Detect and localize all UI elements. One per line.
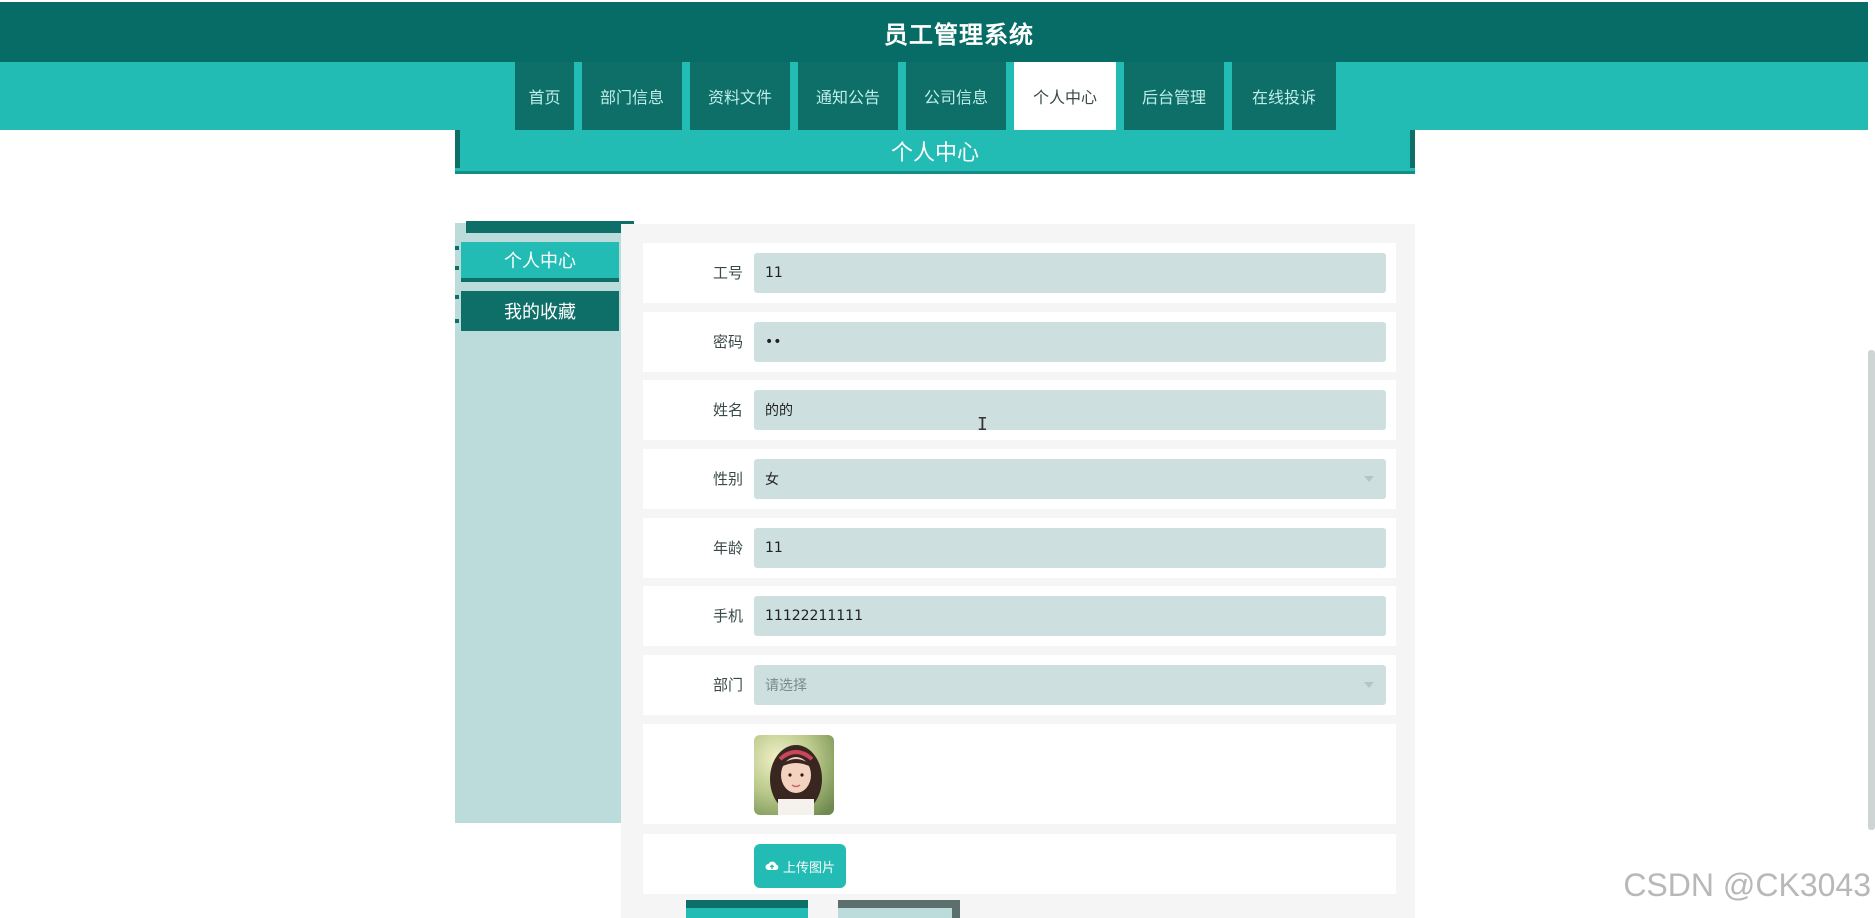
field-label: 部门 [712, 676, 743, 694]
chevron-down-icon [1364, 682, 1374, 688]
sidebar-item-personal-center[interactable]: 个人中心 [455, 242, 619, 282]
name-input[interactable]: 的的 [754, 390, 1386, 430]
form-row-name: 姓名 的的 [643, 380, 1396, 440]
field-label: 密码 [712, 333, 743, 351]
page-title: 个人中心 [890, 140, 979, 166]
form-row-password: 密码 •• [643, 312, 1396, 372]
password-input[interactable]: •• [754, 322, 1386, 362]
nav-item-announcements[interactable]: 通知公告 [798, 62, 898, 130]
department-select[interactable]: 请选择 [754, 665, 1386, 705]
form-row-age: 年龄 11 [643, 518, 1396, 578]
field-label: 年龄 [712, 539, 743, 557]
avatar [754, 735, 834, 815]
nav-item-home[interactable]: 首页 [515, 62, 574, 130]
main-nav: 首页 部门信息 资料文件 通知公告 公司信息 个人中心 后台管理 在线投诉 [515, 62, 1336, 130]
gender-select[interactable]: 女 [754, 459, 1386, 499]
field-label: 性别 [712, 470, 743, 488]
department-select-value: 请选择 [765, 678, 807, 694]
nav-item-personal-center[interactable]: 个人中心 [1014, 62, 1116, 130]
title-bar: 员工管理系统 [0, 2, 1868, 62]
reset-button[interactable] [838, 900, 960, 918]
form-row-employee-id: 工号 11 [643, 243, 1396, 303]
chevron-down-icon [1364, 476, 1374, 482]
cloud-upload-icon [765, 861, 779, 870]
form-row-department: 部门 请选择 [643, 655, 1396, 715]
form-row-avatar [643, 724, 1396, 824]
employee-id-input[interactable]: 11 [754, 253, 1386, 293]
sidebar-item-favorites[interactable]: 我的收藏 [455, 291, 619, 331]
text-cursor-icon: I [977, 414, 988, 435]
submit-button[interactable] [686, 900, 808, 918]
form-row-gender: 性别 女 [643, 449, 1396, 509]
field-label: 工号 [712, 264, 743, 282]
age-input[interactable]: 11 [754, 528, 1386, 568]
nav-item-documents[interactable]: 资料文件 [690, 62, 790, 130]
nav-item-complaints[interactable]: 在线投诉 [1232, 62, 1336, 130]
field-label: 手机 [712, 607, 743, 625]
app-title: 员工管理系统 [884, 20, 1034, 49]
page-heading-bar: 个人中心 [455, 130, 1415, 174]
sidebar-top-strip [466, 221, 634, 233]
upload-image-button[interactable]: 上传图片 [754, 844, 846, 888]
watermark: CSDN @CK3043 [1623, 867, 1871, 903]
heading-decoration-left [455, 130, 460, 168]
phone-input[interactable]: 11122211111 [754, 596, 1386, 636]
heading-decoration-right [1410, 130, 1415, 168]
nav-item-departments[interactable]: 部门信息 [582, 62, 682, 130]
nav-item-company-info[interactable]: 公司信息 [906, 62, 1006, 130]
upload-button-label: 上传图片 [782, 859, 835, 875]
gender-select-value: 女 [765, 472, 779, 488]
page-scrollbar[interactable] [1868, 350, 1875, 830]
avatar-image [754, 735, 834, 815]
form-row-upload: 上传图片 [643, 834, 1396, 894]
field-label: 姓名 [712, 401, 743, 419]
nav-item-admin[interactable]: 后台管理 [1124, 62, 1224, 130]
form-row-phone: 手机 11122211111 [643, 586, 1396, 646]
